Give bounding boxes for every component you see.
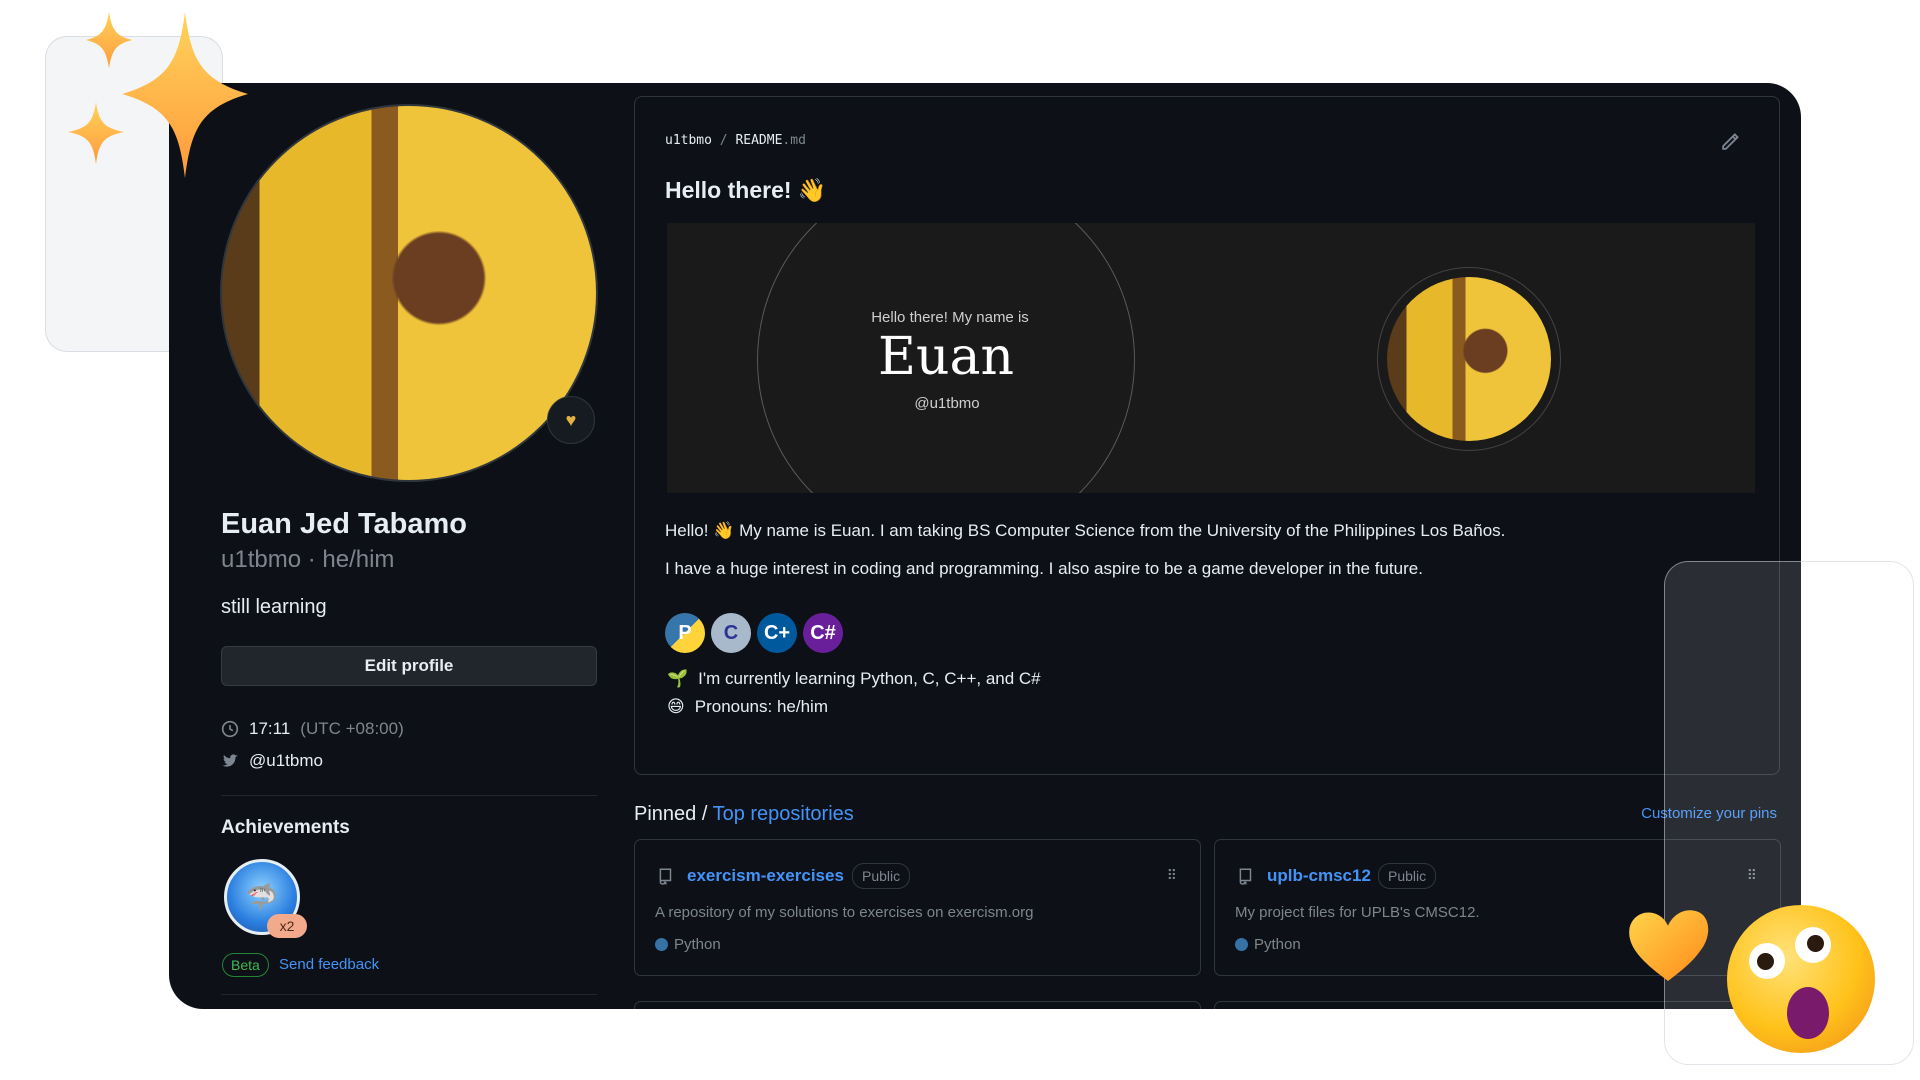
repo-language: Python — [1235, 936, 1301, 953]
readme-greeting-heading: Hello there! 👋 — [665, 177, 827, 204]
c-icon: C — [711, 613, 751, 653]
repo-language-name: Python — [1254, 936, 1301, 953]
cpp-icon: C+ — [757, 613, 797, 653]
pinned-heading: Pinned / Top repositories — [634, 803, 854, 826]
pinned-repo-card[interactable]: exercism-exercises Public ⠿ A repository… — [634, 839, 1201, 976]
smiling-face-icon: 😄 — [667, 697, 685, 716]
repo-visibility-badge: Public — [852, 863, 911, 889]
repo-icon — [659, 868, 672, 885]
heart-icon — [1629, 910, 1709, 981]
waving-hand-icon: 👋 — [797, 177, 827, 203]
clock-icon — [221, 720, 239, 738]
sparkles-icon — [68, 12, 248, 178]
achievement-count-badge: x2 — [267, 914, 307, 938]
achievements-heading: Achievements — [221, 817, 350, 838]
profile-avatar[interactable] — [220, 104, 598, 482]
readme-banner-image: Hello there! My name is Euan @u1tbmo — [667, 223, 1755, 493]
repo-name-link[interactable]: uplb-cmsc12 — [1267, 866, 1371, 886]
repo-description: My project files for UPLB's CMSC12. — [1235, 904, 1480, 921]
emoji-eye-left — [1749, 943, 1785, 979]
repo-description: A repository of my solutions to exercise… — [655, 904, 1034, 921]
profile-full-name: Euan Jed Tabamo — [221, 508, 468, 540]
emoji-eye-right — [1795, 927, 1831, 963]
pinned-label: Pinned — [634, 803, 697, 825]
language-color-dot — [1235, 938, 1248, 951]
pronoun-separator: · — [301, 546, 323, 573]
edit-profile-button[interactable]: Edit profile — [221, 646, 597, 686]
profile-window: ♥ Euan Jed Tabamo u1tbmo · he/him still … — [169, 83, 1801, 1009]
tech-icon-row: P C C+ C# — [665, 613, 843, 653]
emoji-mouth — [1787, 987, 1829, 1039]
edit-readme-pencil-icon[interactable] — [1719, 131, 1741, 153]
repo-icon — [1239, 868, 1252, 885]
banner-intro-text: Hello there! My name is — [871, 309, 1029, 326]
timezone: (UTC +08:00) — [300, 719, 404, 738]
readme-paragraph-interest: I have a huge interest in coding and pro… — [665, 559, 1423, 578]
sidebar-divider — [221, 795, 597, 796]
pinned-separator: / — [696, 803, 713, 825]
python-icon: P — [665, 613, 705, 653]
emoji-pupil-left — [1757, 953, 1774, 970]
repo-language: Python — [655, 936, 721, 953]
local-time: 17:11 — [249, 719, 291, 738]
breadcrumb-file[interactable]: README — [735, 133, 782, 148]
send-feedback-link[interactable]: Send feedback — [279, 956, 379, 973]
twitter-handle-link[interactable]: @u1tbmo — [249, 751, 323, 771]
local-time-row: 17:11 (UTC +08:00) — [221, 719, 404, 739]
seedling-icon: 🌱 — [667, 669, 689, 688]
pinned-repo-card-partial[interactable] — [634, 1001, 1201, 1009]
banner-handle: @u1tbmo — [914, 395, 980, 412]
banner-avatar — [1387, 277, 1551, 441]
breadcrumb-user[interactable]: u1tbmo — [665, 133, 712, 148]
breadcrumb-separator: / — [719, 133, 728, 148]
readme-bullet-learning: 🌱 I'm currently learning Python, C, C++,… — [667, 669, 1041, 689]
top-repositories-link[interactable]: Top repositories — [713, 803, 854, 825]
repo-language-name: Python — [674, 936, 721, 953]
csharp-icon: C# — [803, 613, 843, 653]
drag-handle-icon[interactable]: ⠿ — [1167, 867, 1178, 884]
banner-name: Euan — [878, 327, 1014, 387]
readme-card: u1tbmo / README.md Hello there! 👋 Hello … — [634, 96, 1780, 775]
profile-pronouns: he/him — [322, 546, 395, 573]
repo-visibility-badge: Public — [1378, 863, 1437, 889]
bullet-pronouns-text: Pronouns: he/him — [694, 697, 828, 716]
profile-username-line: u1tbmo · he/him — [221, 546, 394, 574]
readme-breadcrumb: u1tbmo / README.md — [665, 133, 806, 148]
readme-paragraph-intro: Hello! 👋 My name is Euan. I am taking BS… — [665, 521, 1506, 540]
twitter-row[interactable]: @u1tbmo — [221, 751, 323, 771]
emoji-pupil-right — [1807, 935, 1824, 952]
greeting-text: Hello there! — [665, 177, 792, 203]
astonished-face-icon — [1727, 905, 1875, 1053]
repo-name-link[interactable]: exercism-exercises — [687, 866, 844, 886]
status-heart-icon[interactable]: ♥ — [547, 396, 595, 444]
sidebar-divider-bottom — [221, 994, 597, 995]
beta-label: Beta — [222, 953, 269, 977]
bullet-learning-text: I'm currently learning Python, C, C++, a… — [698, 669, 1041, 688]
readme-bullet-pronouns: 😄 Pronouns: he/him — [667, 697, 828, 717]
language-color-dot — [655, 938, 668, 951]
profile-bio: still learning — [221, 596, 327, 618]
breadcrumb-extension: .md — [782, 133, 806, 148]
profile-username: u1tbmo — [221, 546, 302, 573]
twitter-icon — [222, 754, 238, 767]
